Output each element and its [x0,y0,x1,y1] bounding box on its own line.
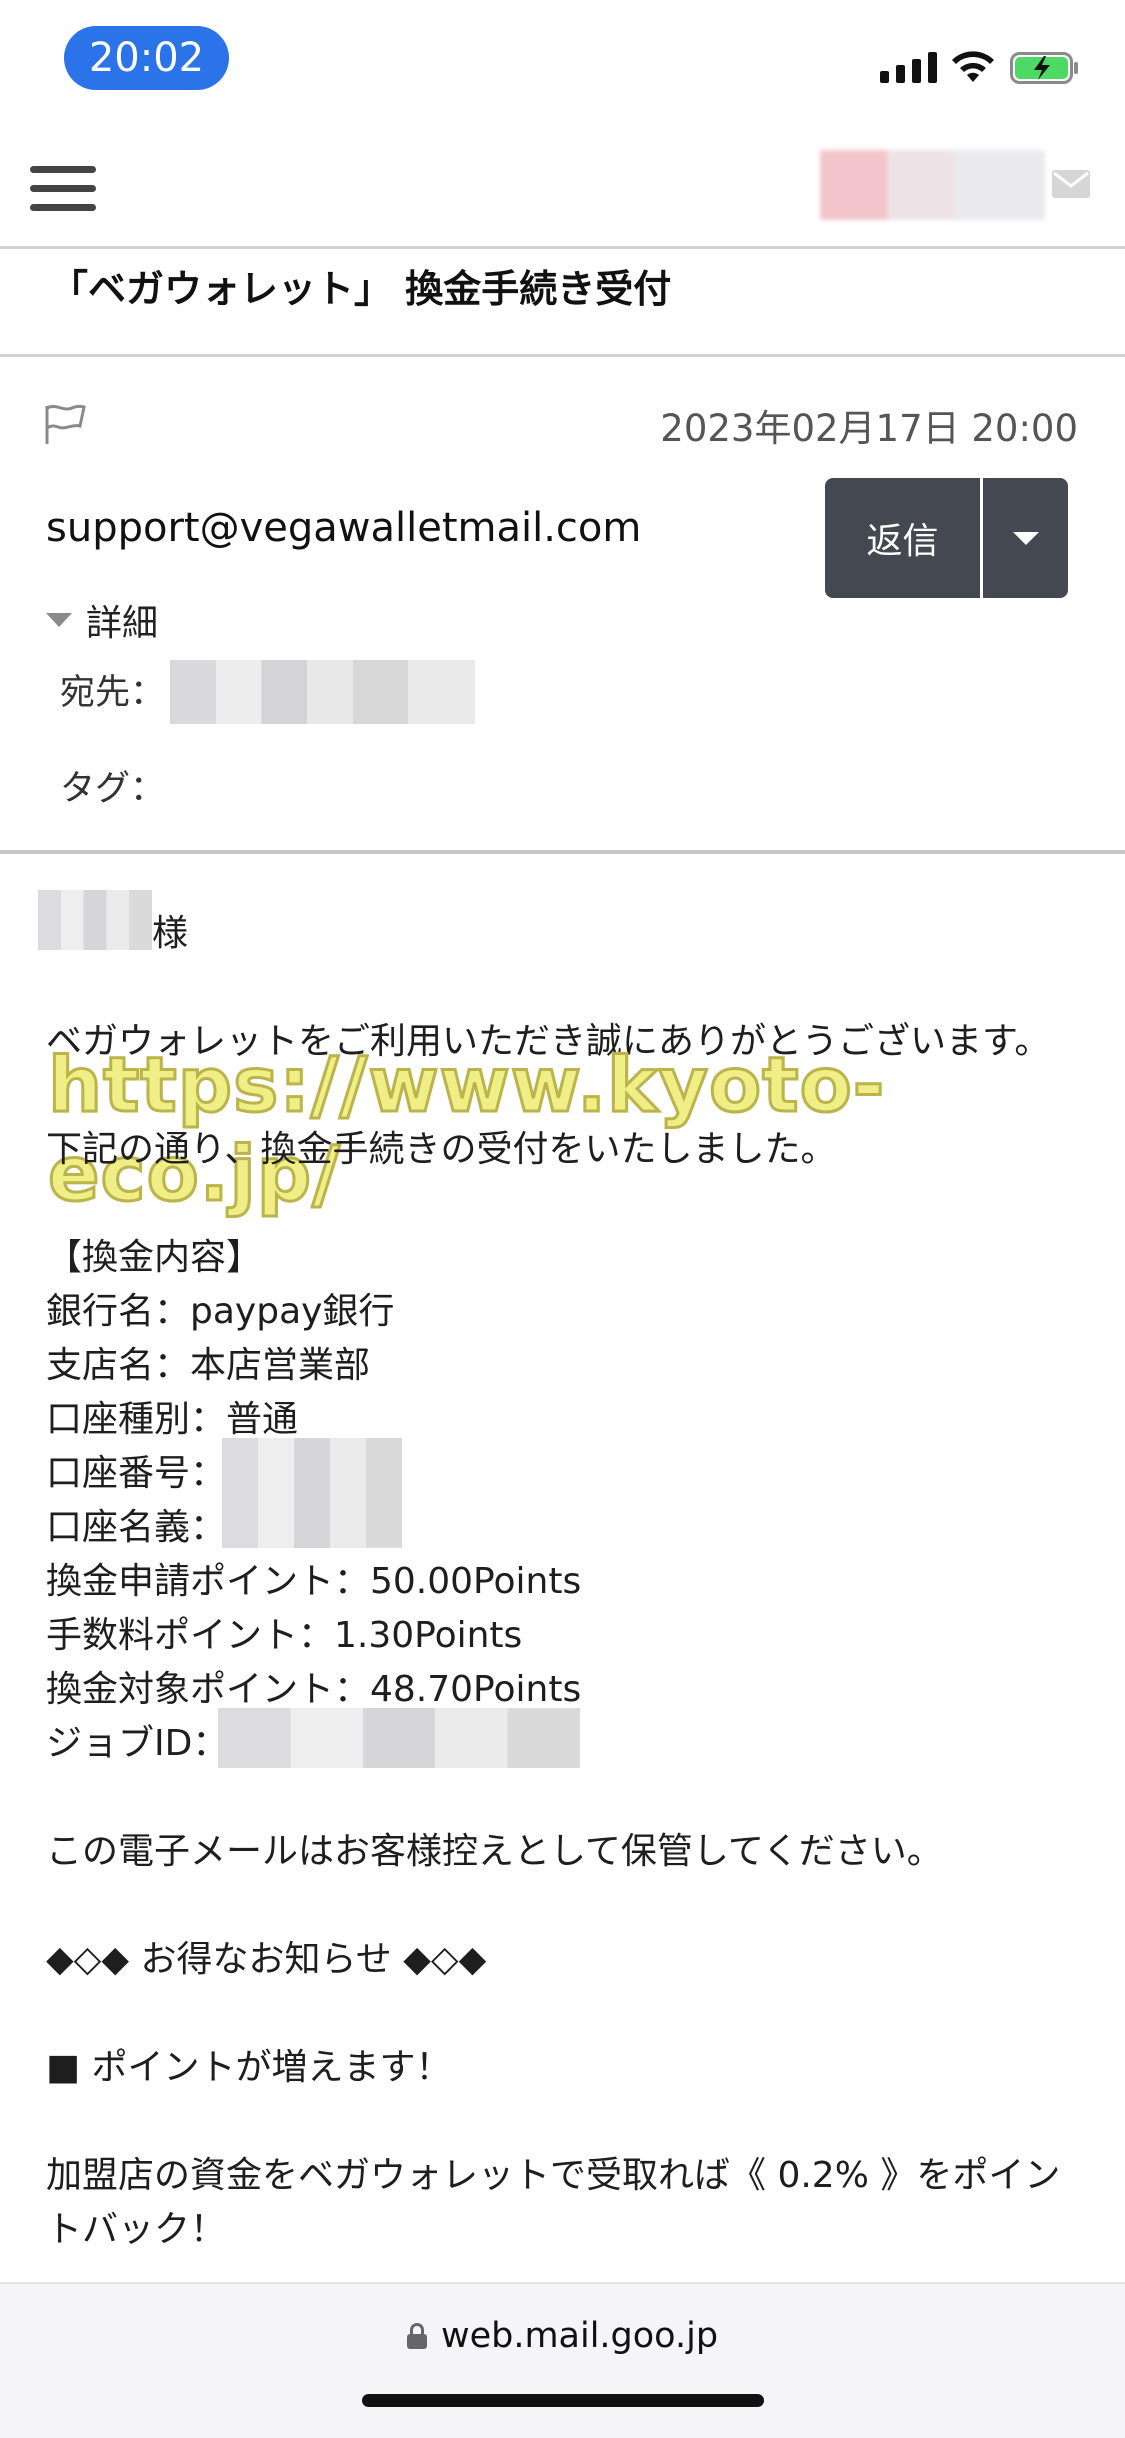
sender-address[interactable]: support@vegawalletmail.com [46,505,641,551]
recipient-redacted [170,660,475,724]
mail-icon[interactable] [1052,170,1090,198]
chevron-down-icon [1012,531,1039,545]
account-name-redacted [820,150,1045,220]
divider [0,246,1125,249]
account-number-redacted [222,1438,402,1494]
fee-points: 手数料ポイント：1.30Points [46,1615,523,1656]
cellular-signal-icon [880,52,937,83]
reply-button-group: 返信 [825,478,1068,598]
salutation: 様 [152,913,189,954]
email-date: 2023年02月17日 20:00 [660,407,1078,450]
job-id-label: ジョブID： [46,1723,229,1764]
promo-line: 加盟店の資金をベガウォレットで受取れば《 0.2% 》をポイン [46,2155,1061,2196]
recipient-label: 宛先： [60,673,166,713]
battery-charging-icon [1010,52,1078,84]
account-holder-redacted [222,1492,402,1548]
flag-icon[interactable] [42,402,88,446]
target-points: 換金対象ポイント：48.70Points [46,1669,582,1710]
status-time: 20:02 [64,26,229,90]
disclosure-triangle-icon [46,613,72,627]
promo-line: トバック！ [46,2209,227,2250]
reply-options-button[interactable] [983,478,1068,598]
url-display[interactable]: web.mail.goo.jp [0,2316,1125,2356]
details-toggle[interactable]: 詳細 [46,594,158,646]
body-line: 下記の通り、換金手続きの受付をいたしました。 [46,1129,837,1170]
recipient-name-redacted [38,890,152,950]
url-text: web.mail.goo.jp [440,2316,719,2356]
account-type: 口座種別：普通 [46,1399,299,1440]
divider [0,354,1125,357]
branch-name: 支店名：本店営業部 [46,1345,371,1386]
promo-header: ◆◇◆ お得なお知らせ ◆◇◆ [46,1939,487,1980]
promo-item: ■ ポイントが増えます！ [46,2047,452,2088]
menu-icon[interactable] [30,166,96,212]
details-label: 詳細 [86,603,159,644]
bank-name: 銀行名：paypay銀行 [46,1291,395,1332]
account-name-label: 口座名義： [46,1507,227,1548]
job-id-redacted [218,1708,580,1768]
home-indicator[interactable] [362,2394,764,2407]
keep-notice: この電子メールはお客様控えとして保管してください。 [46,1831,943,1872]
email-subject: 「ベガウォレット」 換金手続き受付 [50,267,672,311]
divider [0,850,1125,854]
lock-icon [406,2323,427,2349]
browser-address-bar[interactable] [0,2282,1125,2438]
reply-button[interactable]: 返信 [825,478,983,598]
request-points: 換金申請ポイント：50.00Points [46,1561,582,1602]
tag-label: タグ： [60,769,166,809]
section-title: 【換金内容】 [46,1237,263,1278]
account-number-label: 口座番号： [46,1453,227,1494]
wifi-icon [952,51,994,82]
